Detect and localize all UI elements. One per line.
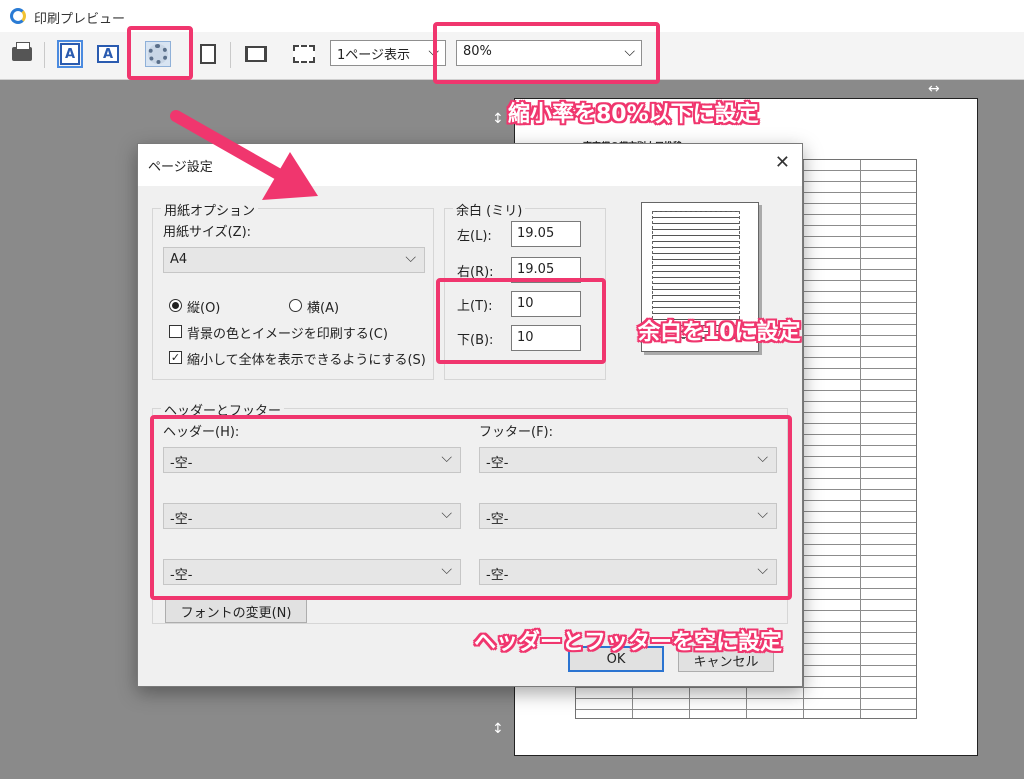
- header-footer-annotation: ヘッダーとフッターを空に設定: [474, 630, 783, 655]
- zoom-annotation: 縮小率を80%以下に設定: [508, 102, 759, 127]
- margin-annotation: 余白を10に設定: [638, 320, 801, 345]
- pointer-arrow-shaft: [170, 110, 284, 180]
